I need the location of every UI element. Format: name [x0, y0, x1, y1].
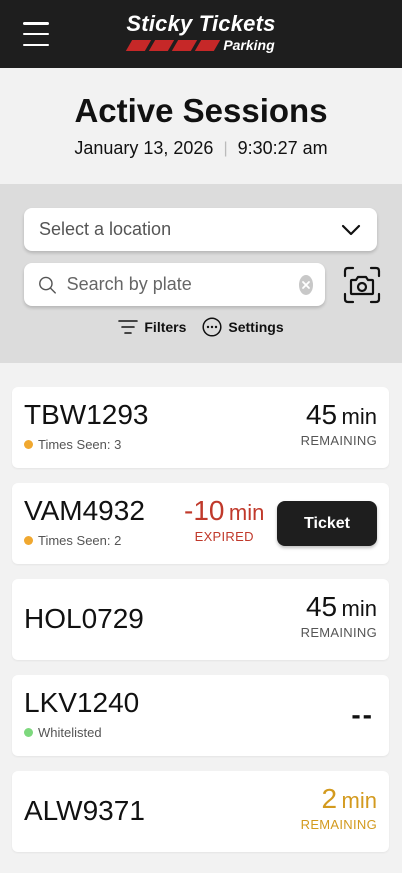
settings-label: Settings	[228, 319, 284, 335]
session-meta: Times Seen: 3	[24, 437, 121, 452]
location-select-text: Select a location	[39, 219, 172, 239]
current-date: January 13, 2026	[74, 138, 214, 158]
current-time: 9:30:27 am	[237, 138, 328, 158]
times-seen: Times Seen: 3	[38, 437, 122, 452]
page-title: Active Sessions	[74, 92, 328, 129]
ticket-button[interactable]: Ticket	[277, 501, 377, 546]
clear-search-button[interactable]	[298, 274, 313, 295]
chevron-down-icon	[341, 224, 361, 235]
time-expired: -10 min EXPIRED	[184, 495, 264, 544]
search-box[interactable]	[24, 263, 325, 306]
datetime: January 13, 2026 | 9:30:27 am	[0, 138, 402, 159]
session-list: TBW1293 Times Seen: 3 45 min REMAINING V…	[0, 363, 402, 852]
time-value: -10	[184, 495, 225, 526]
time-value: 45	[305, 591, 338, 622]
filter-settings-row: Filters Settings	[0, 317, 402, 337]
time-value: --	[351, 699, 374, 730]
status-dot	[24, 440, 33, 449]
session-card[interactable]: VAM4932 Times Seen: 2 -10 min EXPIRED Ti…	[12, 483, 389, 564]
plate-number: HOL0729	[24, 603, 144, 634]
location-select[interactable]: Select a location	[24, 208, 377, 251]
scan-plate-button[interactable]	[343, 266, 381, 304]
time-status-label: REMAINING	[300, 817, 377, 832]
session-card[interactable]: HOL0729 45 min REMAINING	[12, 579, 389, 660]
plate-number: LKV1240	[24, 687, 140, 718]
more-options-icon	[202, 317, 222, 337]
time-unit: min	[341, 404, 377, 429]
search-icon	[39, 276, 56, 294]
logo-stripes	[126, 39, 221, 51]
whitelisted-label: Whitelisted	[38, 725, 102, 740]
filter-icon	[118, 320, 139, 334]
plate-number: VAM4932	[24, 495, 145, 526]
session-card[interactable]: TBW1293 Times Seen: 3 45 min REMAINING	[12, 387, 389, 468]
session-meta: Times Seen: 2	[24, 533, 121, 548]
time-unit: min	[228, 500, 265, 525]
plate-number: TBW1293	[24, 399, 149, 430]
logo-subtitle: Parking	[223, 37, 275, 53]
session-card[interactable]: ALW9371 2 min REMAINING	[12, 771, 389, 852]
status-dot	[24, 536, 33, 545]
plate-search-input[interactable]	[66, 274, 299, 295]
logo-title: Sticky Tickets	[126, 11, 276, 36]
camera-scan-icon	[343, 266, 381, 304]
times-seen: Times Seen: 2	[38, 533, 122, 548]
time-value: 2	[321, 783, 338, 814]
logo: Sticky Tickets Parking	[0, 12, 402, 53]
settings-button[interactable]: Settings	[202, 317, 284, 337]
time-unit: min	[341, 596, 377, 621]
time-remaining: 45 min REMAINING	[301, 399, 377, 448]
time-status-label: EXPIRED	[194, 529, 254, 544]
title-block: Active Sessions January 13, 2026 | 9:30:…	[0, 68, 402, 184]
time-remaining: 45 min REMAINING	[301, 591, 377, 640]
close-icon	[301, 280, 310, 289]
plate-number: ALW9371	[24, 795, 145, 826]
session-meta: Whitelisted	[24, 725, 102, 740]
filters-button[interactable]: Filters	[118, 317, 186, 337]
datetime-separator: |	[223, 139, 228, 157]
time-unit: min	[341, 788, 377, 813]
time-status-label: REMAINING	[300, 625, 377, 640]
status-dot	[24, 728, 33, 737]
controls-panel: Select a location Search by plate Filter…	[0, 184, 402, 363]
filters-label: Filters	[144, 319, 187, 335]
time-status-label: REMAINING	[300, 433, 377, 448]
session-card[interactable]: LKV1240 Whitelisted --	[12, 675, 389, 756]
app-header: Sticky Tickets Parking	[0, 0, 402, 68]
time-value: 45	[305, 399, 338, 430]
time-remaining: 2 min REMAINING	[301, 783, 377, 832]
